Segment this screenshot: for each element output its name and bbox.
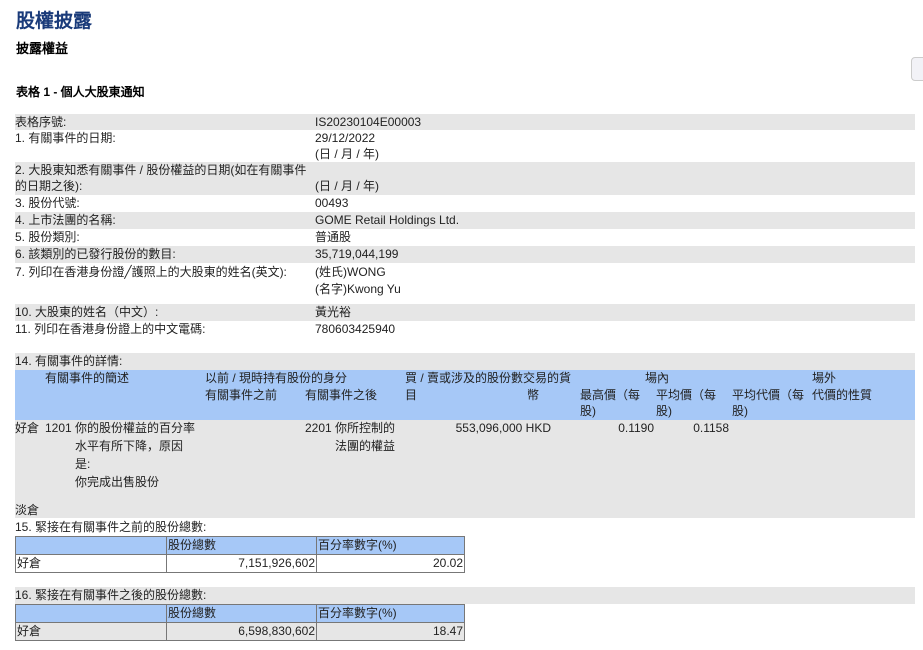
event-header: 有關事件的簡述 以前 / 現時持有股份的身分 有關事件之前 有關事件之後 買 /… [15,370,915,420]
side-button[interactable] [911,57,923,81]
info-row: 2. 大股東知悉有關事件 / 股份權益的日期(如在有關事件 的日期之後): (日 /… [15,162,915,195]
page-subtitle: 披露權益 [16,41,69,56]
info-row: 4. 上市法團的名稱: GOME Retail Holdings Ltd. [15,212,915,229]
info-row: 6. 該類別的已發行股份的數目: 35,719,044,199 [15,246,915,263]
info-row: 10. 大股東的姓名（中文）: 黃光裕 [15,304,915,321]
event-row: 好倉 1201 你的股份權益的百分率 水平有所下降，原因 是: 你完成出售股份 … [15,420,915,518]
info-row: 3. 股份代號: 00493 [15,196,349,210]
page-title: 股權披露 [16,11,93,32]
section-14-title: 14. 有關事件的詳情: [15,353,915,370]
section-15-title: 15. 緊接在有關事件之前的股份總數: [15,520,207,534]
form-title: 表格 1 - 個人大股東通知 [16,85,145,99]
section-16-title: 16. 緊接在有關事件之後的股份總數: [15,587,915,604]
info-row: 表格序號: IS20230104E00003 [15,114,915,130]
info-row: 5. 股份類別: 普通股 [15,230,352,244]
table-15: 股份總數 百分率數字(%) 好倉 7,151,926,602 20.02 [15,536,465,573]
info-row: 1. 有關事件的日期: 29/12/2022 (日 / 月 / 年) [15,131,379,161]
info-row: 7. 列印在香港身份證╱護照上的大股東的姓名(英文): (姓氏)WONG (名字)K… [15,265,401,296]
info-row: 11. 列印在香港身份證上的中文電碼: 780603425940 [15,322,396,336]
table-16: 股份總數 百分率數字(%) 好倉 6,598,830,602 18.47 [15,604,465,641]
